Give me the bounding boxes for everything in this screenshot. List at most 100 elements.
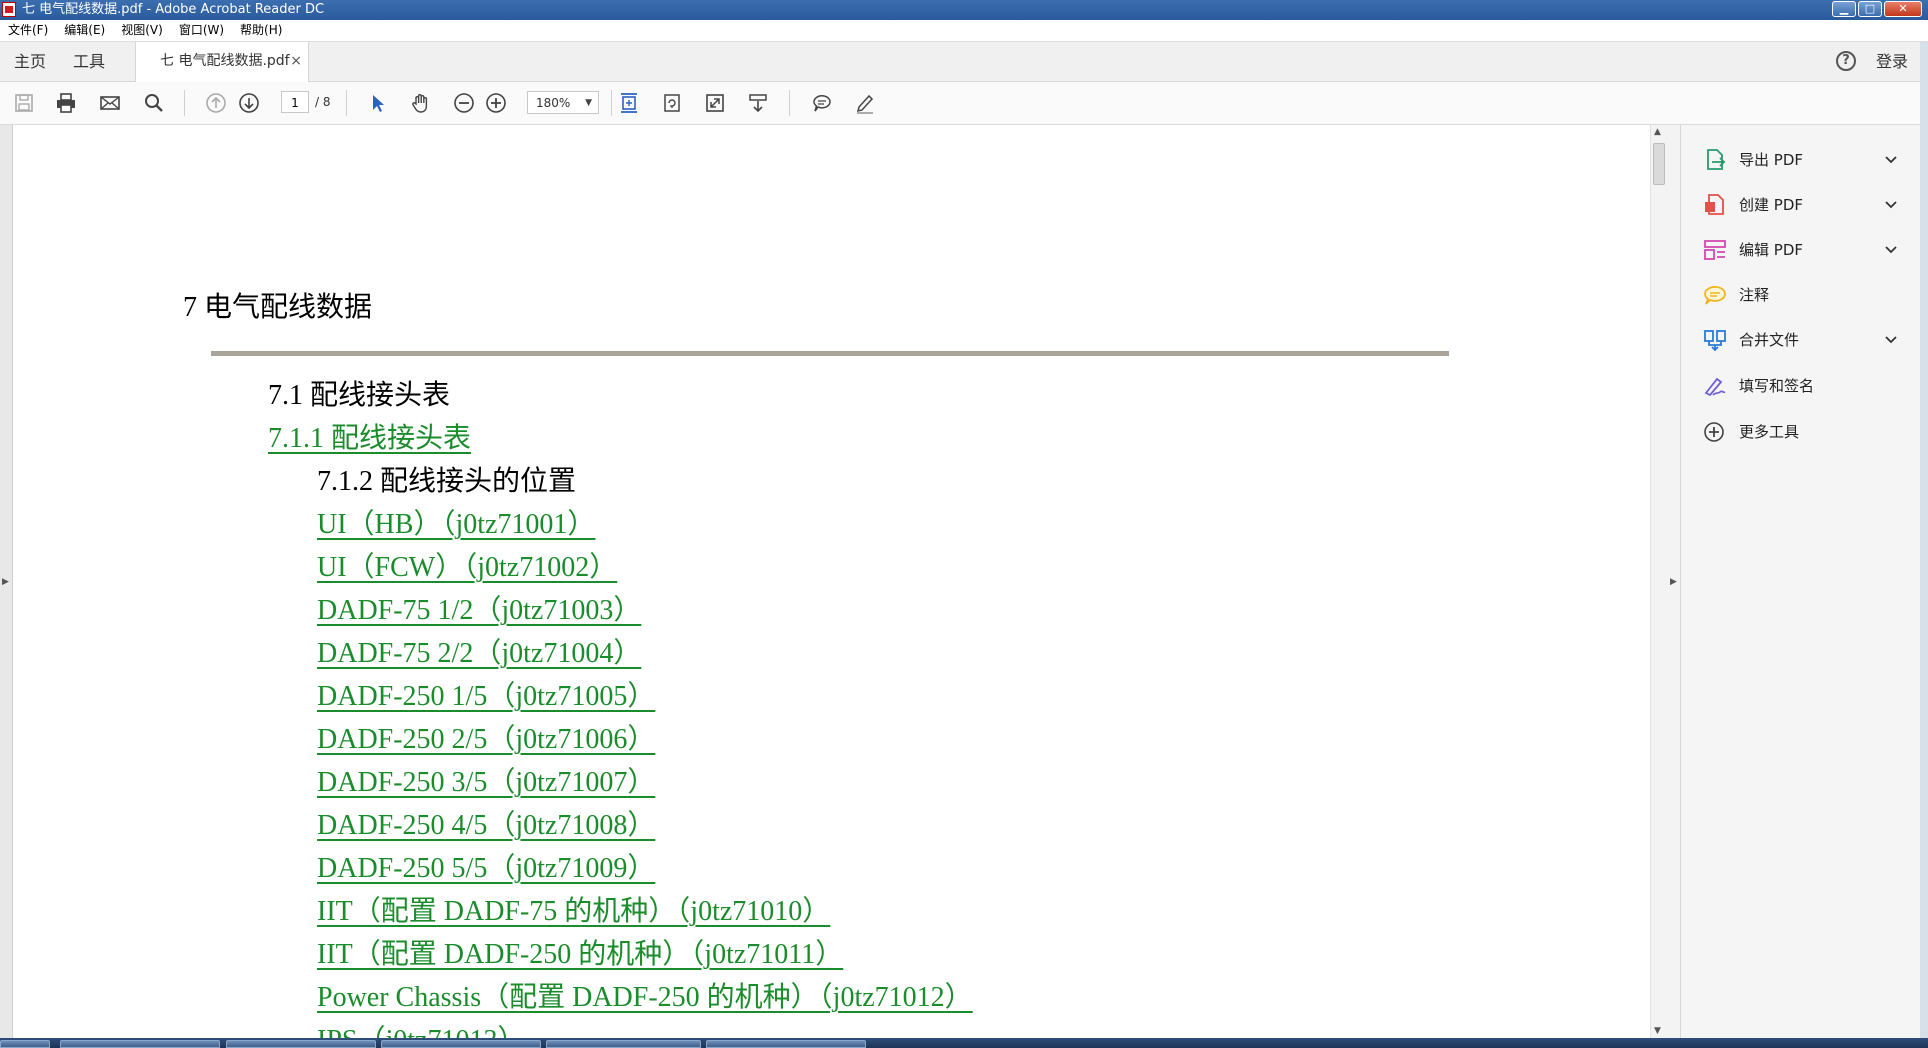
- toc-link[interactable]: DADF-250 1/5（j0tz71005）: [317, 674, 655, 714]
- zoom-in-icon[interactable]: [483, 90, 509, 116]
- acrobat-app-icon: [2, 2, 16, 17]
- toc-link[interactable]: DADF-250 5/5（j0tz71009）: [317, 846, 655, 886]
- tab-document[interactable]: 七 电气配线数据.pdf ×: [135, 42, 309, 82]
- menu-help[interactable]: 帮助(H): [232, 20, 290, 41]
- expand-arrow-icon: ▶: [2, 577, 9, 587]
- tab-home[interactable]: 主页: [14, 42, 46, 81]
- maximize-button[interactable]: □: [1858, 1, 1882, 17]
- toc-link[interactable]: DADF-75 1/2（j0tz71003）: [317, 588, 641, 628]
- taskbar: [0, 1038, 1928, 1048]
- tool-label: 编辑 PDF: [1739, 241, 1803, 259]
- toc-link[interactable]: IIT（配置 DADF-75 的机种）（j0tz71010）: [317, 889, 830, 929]
- save-icon[interactable]: [11, 90, 37, 116]
- heading-rule: [211, 351, 1449, 356]
- toc-link[interactable]: IPS（j0tz71013）: [317, 1018, 525, 1038]
- taskbar-button[interactable]: [60, 1040, 220, 1048]
- toc-link[interactable]: 7.1.1 配线接头表: [268, 416, 471, 456]
- window-right-border: [1920, 42, 1928, 1038]
- tab-tools[interactable]: 工具: [73, 42, 105, 81]
- tool-label: 导出 PDF: [1739, 151, 1803, 169]
- dropdown-caret-icon: ▼: [585, 98, 592, 108]
- close-window-button[interactable]: ✕: [1884, 1, 1922, 17]
- toc-link[interactable]: DADF-250 2/5（j0tz71006）: [317, 717, 655, 757]
- toolbar: 1 / 8 180% ▼: [0, 82, 1920, 125]
- full-screen-icon[interactable]: [702, 90, 728, 116]
- minimize-button[interactable]: ▁: [1832, 1, 1856, 17]
- fit-page-icon[interactable]: [616, 90, 642, 116]
- zoom-level-select[interactable]: 180% ▼: [527, 91, 599, 114]
- next-page-icon[interactable]: [236, 90, 262, 116]
- create-pdf-icon: [1705, 194, 1724, 215]
- chevron-down-icon[interactable]: [1883, 145, 1899, 175]
- tool-comment[interactable]: 注释: [1703, 280, 1903, 310]
- highlight-pen-icon[interactable]: [852, 90, 878, 116]
- search-icon[interactable]: [141, 90, 167, 116]
- toc-link[interactable]: Power Chassis（配置 DADF-250 的机种）（j0tz71012…: [317, 975, 973, 1015]
- close-tab-icon[interactable]: ×: [290, 42, 302, 81]
- menu-bar: 文件(F) 编辑(E) 视图(V) 窗口(W) 帮助(H): [0, 20, 1928, 42]
- comment-tool-icon[interactable]: [809, 90, 835, 116]
- combine-files-icon: [1704, 330, 1726, 351]
- toolbar-divider: [611, 90, 612, 116]
- scroll-mode-icon[interactable]: [745, 90, 771, 116]
- scroll-up-arrow-icon[interactable]: ▲: [1654, 127, 1661, 137]
- select-cursor-icon[interactable]: [365, 90, 391, 116]
- zoom-level-value: 180%: [536, 96, 571, 110]
- section-heading: 7.1 配线接头表: [268, 380, 451, 411]
- tool-label: 创建 PDF: [1739, 196, 1803, 214]
- chapter-heading: 7 电气配线数据: [183, 292, 373, 323]
- login-link[interactable]: 登录: [1876, 42, 1908, 81]
- tool-label: 填写和签名: [1739, 377, 1815, 395]
- comment-icon: [1704, 286, 1726, 305]
- tool-more-tools[interactable]: 更多工具: [1703, 417, 1903, 447]
- menu-view[interactable]: 视图(V): [113, 20, 171, 41]
- toc-link[interactable]: UI（FCW）（j0tz71002）: [317, 545, 617, 585]
- tool-export-pdf[interactable]: 导出 PDF: [1703, 145, 1903, 175]
- toolbar-divider: [184, 90, 185, 116]
- toc-link[interactable]: UI（HB）（j0tz71001）: [317, 502, 595, 542]
- subsection-heading: 7.1.2 配线接头的位置: [317, 466, 577, 497]
- tool-label: 注释: [1739, 286, 1770, 304]
- email-icon[interactable]: [97, 90, 123, 116]
- taskbar-button[interactable]: [706, 1040, 866, 1048]
- left-panel-toggle[interactable]: ▶: [0, 125, 13, 1038]
- previous-page-icon[interactable]: [203, 90, 229, 116]
- tool-edit-pdf[interactable]: 编辑 PDF: [1703, 235, 1903, 265]
- taskbar-button[interactable]: [381, 1040, 541, 1048]
- start-button[interactable]: [0, 1040, 50, 1048]
- toc-link[interactable]: DADF-250 3/5（j0tz71007）: [317, 760, 655, 800]
- more-tools-icon: [1704, 422, 1724, 442]
- taskbar-button[interactable]: [546, 1040, 701, 1048]
- menu-file[interactable]: 文件(F): [0, 20, 56, 41]
- rotate-view-icon[interactable]: [659, 90, 685, 116]
- menu-window[interactable]: 窗口(W): [171, 20, 232, 41]
- tool-combine-files[interactable]: 合并文件: [1703, 325, 1903, 355]
- toc-link[interactable]: DADF-75 2/2（j0tz71004）: [317, 631, 641, 671]
- chevron-down-icon[interactable]: [1883, 190, 1899, 220]
- page-number-input[interactable]: 1: [281, 91, 309, 113]
- scroll-down-arrow-icon[interactable]: ▼: [1654, 1026, 1661, 1036]
- print-icon[interactable]: [53, 90, 79, 116]
- toolbar-divider: [789, 90, 790, 116]
- tool-fill-sign[interactable]: 填写和签名: [1703, 371, 1903, 401]
- collapse-arrow-icon: ▶: [1670, 577, 1677, 587]
- vertical-scrollbar[interactable]: ▲ ▼: [1650, 125, 1667, 1038]
- chevron-down-icon[interactable]: [1883, 235, 1899, 265]
- scrollbar-thumb[interactable]: [1653, 143, 1665, 185]
- fill-sign-icon: [1704, 377, 1726, 397]
- toc-link[interactable]: DADF-250 4/5（j0tz71008）: [317, 803, 655, 843]
- help-icon[interactable]: ?: [1836, 51, 1856, 71]
- zoom-out-icon[interactable]: [451, 90, 477, 116]
- hand-tool-icon[interactable]: [408, 90, 434, 116]
- chevron-down-icon[interactable]: [1883, 325, 1899, 355]
- menu-edit[interactable]: 编辑(E): [56, 20, 113, 41]
- tool-create-pdf[interactable]: 创建 PDF: [1703, 190, 1903, 220]
- right-panel-toggle[interactable]: ▶: [1667, 125, 1681, 1038]
- toc-link[interactable]: IIT（配置 DADF-250 的机种）（j0tz71011）: [317, 932, 843, 972]
- tab-bar: 主页 工具 七 电气配线数据.pdf × ? 登录: [0, 42, 1920, 82]
- page-total: / 8: [315, 95, 331, 109]
- window-title: 七 电气配线数据.pdf - Adobe Acrobat Reader DC: [22, 2, 325, 17]
- taskbar-button[interactable]: [226, 1040, 376, 1048]
- document-viewport[interactable]: ▶ 7 电气配线数据 7.1 配线接头表 7.1.1 配线接头表 7.1.2 配…: [0, 125, 1652, 1038]
- window-controls: ▁ □ ✕: [1832, 1, 1922, 17]
